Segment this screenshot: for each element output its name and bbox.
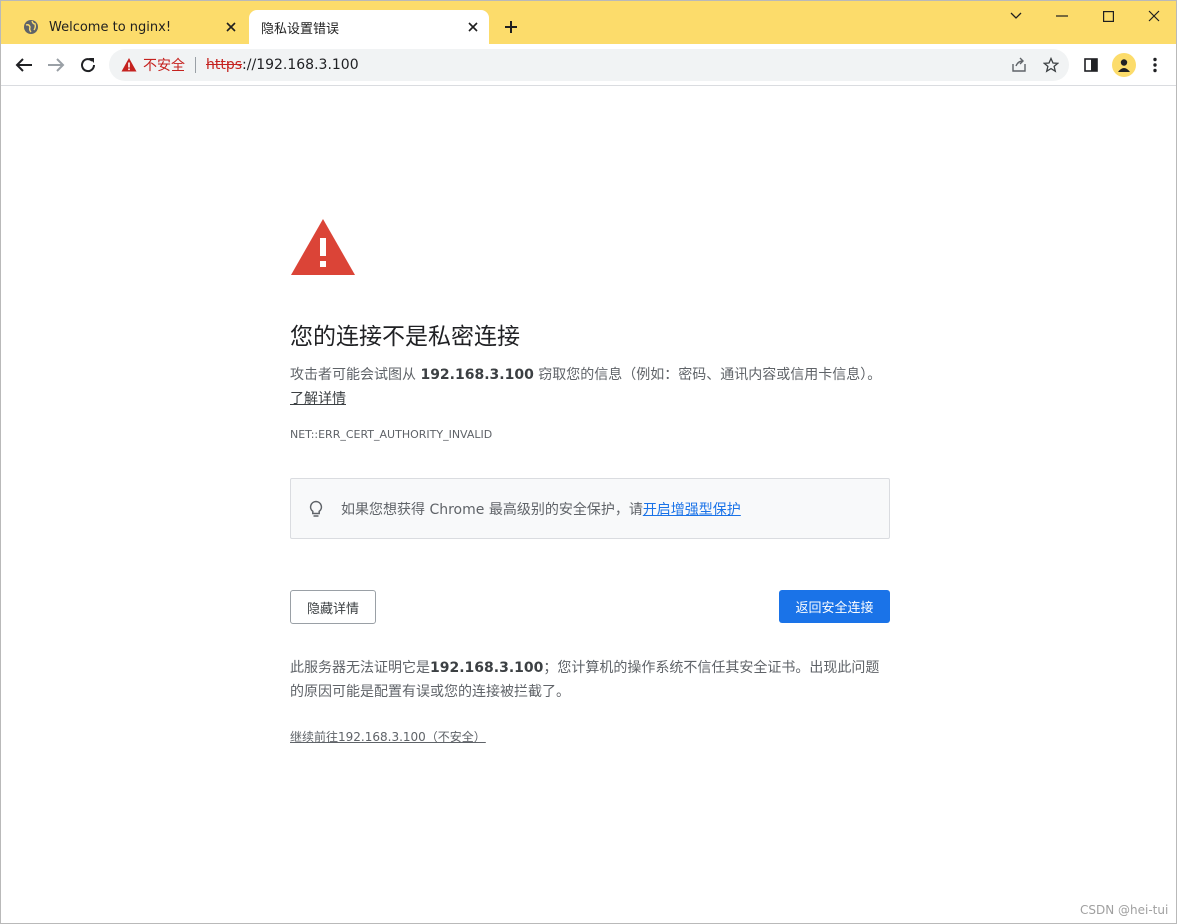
hide-details-button[interactable]: 隐藏详情 xyxy=(290,590,376,624)
enable-enhanced-protection-link[interactable]: 开启增强型保护 xyxy=(643,502,741,518)
maximize-icon[interactable] xyxy=(1085,5,1131,27)
close-icon[interactable] xyxy=(1131,5,1177,27)
url-host: ://192.168.3.100 xyxy=(242,57,359,73)
warning-triangle-icon xyxy=(290,218,356,276)
page-title: 您的连接不是私密连接 xyxy=(290,324,520,350)
tab-welcome-nginx[interactable]: Welcome to nginx! xyxy=(9,10,247,44)
tab-title: Welcome to nginx! xyxy=(49,19,172,35)
minimize-icon[interactable] xyxy=(1039,5,1085,27)
side-panel-icon[interactable] xyxy=(1080,54,1102,76)
chevron-down-icon[interactable] xyxy=(993,5,1039,27)
close-tab-icon[interactable] xyxy=(463,17,483,37)
tab-title: 隐私设置错误 xyxy=(261,21,340,37)
url-scheme: https xyxy=(206,57,243,73)
host-name: 192.168.3.100 xyxy=(430,660,544,676)
promo-message: 如果您想获得 Chrome 最高级别的安全保护，请 xyxy=(341,501,643,518)
toolbar: 不安全 https://192.168.3.100 xyxy=(1,44,1176,86)
bookmark-star-icon[interactable] xyxy=(1042,56,1060,74)
warning-triangle-icon[interactable] xyxy=(121,57,137,73)
promo-text: 如果您想获得 Chrome 最高级别的安全保护，请开启增强型保护 xyxy=(341,499,741,519)
details-message: 此服务器无法证明它是192.168.3.100；您计算机的操作系统不信任其安全证… xyxy=(290,656,890,704)
host-name: 192.168.3.100 xyxy=(420,367,534,383)
address-bar[interactable]: 不安全 https://192.168.3.100 xyxy=(109,49,1069,81)
profile-avatar[interactable] xyxy=(1112,53,1136,77)
share-icon[interactable] xyxy=(1010,56,1028,74)
forward-arrow-icon[interactable] xyxy=(43,52,69,78)
new-tab-button[interactable] xyxy=(500,16,522,38)
message-text: 窃取您的信息（例如：密码、通讯内容或信用卡信息）。 xyxy=(533,367,882,383)
learn-more-link[interactable]: 了解详情 xyxy=(290,391,346,407)
security-status-label[interactable]: 不安全 xyxy=(143,55,185,75)
more-menu-icon[interactable] xyxy=(1144,54,1166,76)
tab-privacy-error[interactable]: 隐私设置错误 xyxy=(249,10,489,44)
lightbulb-icon xyxy=(307,500,325,518)
enhanced-protection-promo: 如果您想获得 Chrome 最高级别的安全保护，请开启增强型保护 xyxy=(290,478,890,539)
details-text: 此服务器无法证明它是 xyxy=(290,660,430,676)
watermark: CSDN @hei-tui xyxy=(1080,903,1169,917)
back-to-safety-button[interactable]: 返回安全连接 xyxy=(779,590,890,623)
tab-strip: Welcome to nginx! 隐私设置错误 xyxy=(1,1,1176,44)
globe-icon xyxy=(23,19,39,35)
error-code: NET::ERR_CERT_AUTHORITY_INVALID xyxy=(290,428,493,441)
close-tab-icon[interactable] xyxy=(221,17,241,37)
main-message: 攻击者可能会试图从 192.168.3.100 窃取您的信息（例如：密码、通讯内… xyxy=(290,363,890,411)
back-arrow-icon[interactable] xyxy=(11,52,37,78)
person-icon xyxy=(1118,59,1130,72)
proceed-unsafe-link[interactable]: 继续前往192.168.3.100（不安全） xyxy=(290,728,486,745)
browser-window: Welcome to nginx! 隐私设置错误 不安全 https://19… xyxy=(0,0,1177,924)
reload-icon[interactable] xyxy=(75,52,101,78)
message-text: 攻击者可能会试图从 xyxy=(290,367,421,383)
divider xyxy=(195,57,196,73)
